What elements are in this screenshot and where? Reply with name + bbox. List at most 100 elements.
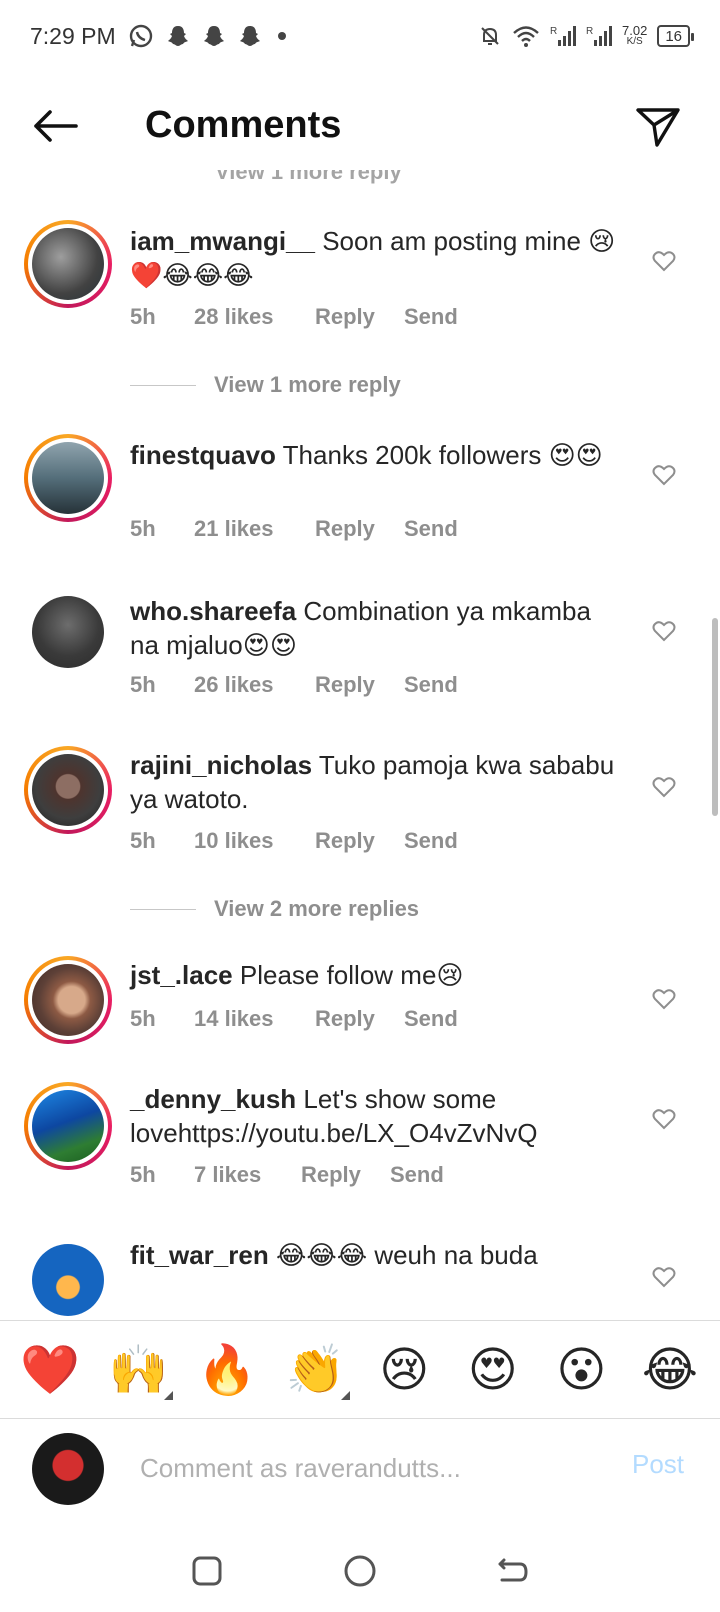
comment-body: finestquavo Thanks 200k followers 😍😍 xyxy=(130,438,620,472)
comment-username[interactable]: fit_war_ren xyxy=(130,1240,269,1270)
avatar[interactable] xyxy=(32,596,104,668)
reply-button[interactable]: Reply xyxy=(301,1162,390,1188)
whatsapp-icon xyxy=(128,23,154,49)
skin-tone-indicator xyxy=(163,1390,173,1400)
like-button[interactable] xyxy=(648,246,680,276)
view-replies-label: View 2 more replies xyxy=(214,896,420,921)
snapchat-icon xyxy=(238,24,262,48)
comment-username[interactable]: jst_.lace xyxy=(130,960,233,990)
battery-level: 16 xyxy=(665,27,682,45)
avatar xyxy=(32,1433,104,1505)
share-button[interactable] xyxy=(634,104,682,150)
comment-meta: 5h 28 likes Reply Send xyxy=(130,304,458,330)
comment-username[interactable]: rajini_nicholas xyxy=(130,750,312,780)
scrollbar[interactable] xyxy=(712,618,718,816)
avatar[interactable] xyxy=(24,746,112,834)
comments-list[interactable]: View 1 more reply iam_mwangi__ Soon am p… xyxy=(0,170,720,1320)
return-arrow-icon xyxy=(498,1558,528,1582)
send-button[interactable]: Send xyxy=(404,1006,458,1032)
like-button[interactable] xyxy=(648,1262,680,1292)
view-replies-label: View 1 more reply xyxy=(214,372,401,397)
avatar[interactable] xyxy=(24,220,112,308)
comment-likes[interactable]: 10 likes xyxy=(194,828,315,854)
battery-indicator: 16 xyxy=(657,25,694,47)
clapping-hands-icon: 👏 xyxy=(285,1344,346,1397)
comment-text: Thanks 200k followers 😍😍 xyxy=(275,440,603,470)
send-button[interactable]: Send xyxy=(404,516,458,542)
comment-likes[interactable]: 28 likes xyxy=(194,304,315,330)
like-button[interactable] xyxy=(648,984,680,1014)
like-button[interactable] xyxy=(648,460,680,490)
send-button[interactable]: Send xyxy=(404,304,458,330)
avatar[interactable] xyxy=(24,434,112,522)
wifi-icon xyxy=(512,24,540,48)
raised-hands-icon: 🙌 xyxy=(108,1344,169,1397)
comment-username[interactable]: finestquavo xyxy=(130,440,276,470)
avatar[interactable] xyxy=(24,1082,112,1170)
reaction-crying[interactable]: 😢 xyxy=(368,1334,440,1406)
heart-icon xyxy=(652,989,676,1010)
post-button[interactable]: Post xyxy=(632,1449,684,1480)
reply-button[interactable]: Reply xyxy=(315,304,404,330)
like-button[interactable] xyxy=(648,1104,680,1134)
heart-icon xyxy=(652,777,676,798)
back-button[interactable] xyxy=(30,106,82,146)
comment-input[interactable] xyxy=(140,1443,610,1493)
comment-time: 5h xyxy=(130,516,156,541)
skin-tone-indicator xyxy=(340,1390,350,1400)
comment-meta: 5h 26 likes Reply Send xyxy=(130,672,458,698)
reaction-laughing[interactable]: 😂 xyxy=(634,1334,706,1406)
view-replies-link-clipped[interactable]: View 1 more reply xyxy=(215,170,402,186)
snapchat-icon xyxy=(202,24,226,48)
heart-eyes-icon: 😍 xyxy=(467,1343,518,1397)
reaction-heart[interactable]: ❤️ xyxy=(14,1334,86,1406)
divider xyxy=(130,384,196,386)
dot-icon xyxy=(274,28,290,44)
reaction-fire[interactable]: 🔥 xyxy=(191,1334,263,1406)
reaction-surprised[interactable]: 😮 xyxy=(545,1334,617,1406)
fire-icon: 🔥 xyxy=(197,1344,257,1397)
comment-body: jst_.lace Please follow me😢 xyxy=(130,958,620,992)
mute-bell-icon xyxy=(478,24,502,48)
status-right: R R 7.02 K/S 16 xyxy=(478,24,694,48)
comment-likes[interactable]: 26 likes xyxy=(194,672,315,698)
comment-likes[interactable]: 7 likes xyxy=(194,1162,301,1188)
comment-username[interactable]: _denny_kush xyxy=(130,1084,296,1114)
reaction-heart-eyes[interactable]: 😍 xyxy=(457,1334,529,1406)
home-button[interactable] xyxy=(330,1541,390,1601)
like-button[interactable] xyxy=(648,616,680,646)
reaction-clap[interactable]: 👏 xyxy=(280,1334,352,1406)
view-replies-link[interactable]: View 2 more replies xyxy=(130,896,419,922)
back-nav-button[interactable] xyxy=(483,1541,543,1601)
comment-time: 5h xyxy=(130,1006,156,1031)
comment-text: 😂😂😂 weuh na buda xyxy=(268,1240,538,1270)
comment-time: 5h xyxy=(130,304,156,329)
page-title: Comments xyxy=(145,104,342,146)
comment-likes[interactable]: 14 likes xyxy=(194,1006,315,1032)
reply-button[interactable]: Reply xyxy=(315,1006,404,1032)
comment-username[interactable]: who.shareefa xyxy=(130,596,296,626)
recent-apps-button[interactable] xyxy=(177,1541,237,1601)
view-replies-link[interactable]: View 1 more reply xyxy=(130,372,401,398)
send-button[interactable]: Send xyxy=(404,672,458,698)
square-icon xyxy=(192,1556,222,1586)
reply-button[interactable]: Reply xyxy=(315,828,404,854)
comment-meta: 5h 10 likes Reply Send xyxy=(130,828,458,854)
comment-body: rajini_nicholas Tuko pamoja kwa sababu y… xyxy=(130,748,620,816)
send-button[interactable]: Send xyxy=(404,828,458,854)
heart-icon xyxy=(652,465,676,486)
comments-header: Comments xyxy=(0,84,720,170)
reply-button[interactable]: Reply xyxy=(315,672,404,698)
like-button[interactable] xyxy=(648,772,680,802)
avatar[interactable] xyxy=(32,1244,104,1316)
avatar[interactable] xyxy=(24,956,112,1044)
comment-body: iam_mwangi__ Soon am posting mine 😢❤️😂😂😂 xyxy=(130,224,620,292)
comment-username[interactable]: iam_mwangi__ xyxy=(130,226,315,256)
status-left: 7:29 PM xyxy=(30,23,290,50)
reaction-raised-hands[interactable]: 🙌 xyxy=(103,1334,175,1406)
status-time: 7:29 PM xyxy=(30,22,116,49)
reply-button[interactable]: Reply xyxy=(315,516,404,542)
snapchat-icon xyxy=(166,24,190,48)
comment-likes[interactable]: 21 likes xyxy=(194,516,315,542)
send-button[interactable]: Send xyxy=(390,1162,444,1188)
